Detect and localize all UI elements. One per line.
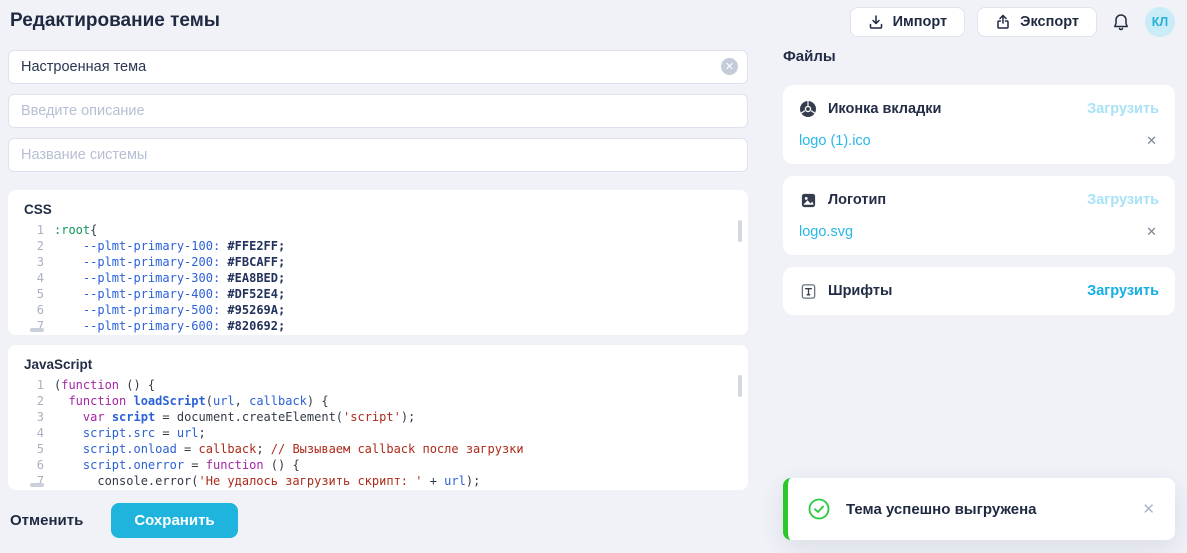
css-editor-card: CSS 1:root{2 --plmt-primary-100: #FFE2FF…: [8, 190, 748, 335]
js-code-area[interactable]: 1(function () {2 function loadScript(url…: [24, 377, 732, 489]
file-card-label: Логотип: [828, 192, 1087, 208]
cancel-button[interactable]: Отменить: [10, 512, 83, 529]
upload-logo-button[interactable]: Загрузить: [1087, 192, 1159, 208]
line-number: 1: [24, 222, 44, 238]
import-icon: [868, 14, 884, 30]
clear-name-button[interactable]: ✕: [721, 58, 738, 75]
line-number: 3: [24, 254, 44, 270]
css-editor-title: CSS: [24, 202, 732, 217]
file-card-logo: Логотип Загрузить logo.svg ✕: [783, 176, 1175, 255]
header-actions: Импорт Экспорт КЛ: [850, 7, 1175, 37]
code-line: 5 --plmt-primary-400: #DF52E4;: [24, 286, 732, 302]
line-number: 2: [24, 393, 44, 409]
remove-tab-icon-button[interactable]: ✕: [1144, 133, 1159, 149]
remove-logo-button[interactable]: ✕: [1144, 224, 1159, 240]
browser-tab-icon: [799, 100, 817, 118]
line-number: 5: [24, 286, 44, 302]
theme-form: ✕ CSS 1:root{2 --plmt-primary-100: #FFE2…: [8, 50, 748, 490]
avatar[interactable]: КЛ: [1145, 7, 1175, 37]
toast-close-icon[interactable]: ✕: [1140, 500, 1157, 518]
import-button-label: Импорт: [893, 14, 948, 30]
code-line: 4 --plmt-primary-300: #EA8BED;: [24, 270, 732, 286]
code-line: 1:root{: [24, 222, 732, 238]
css-horizontal-scrollbar[interactable]: [30, 328, 44, 332]
system-name-input[interactable]: [8, 138, 748, 172]
file-card-header: Шрифты Загрузить: [799, 282, 1159, 300]
js-vertical-scrollbar[interactable]: [738, 375, 742, 397]
line-number: 3: [24, 409, 44, 425]
theme-name-field-wrap: ✕: [8, 50, 748, 84]
line-number: 4: [24, 425, 44, 441]
upload-tab-icon-button[interactable]: Загрузить: [1087, 101, 1159, 117]
files-panel-title: Файлы: [783, 48, 1175, 65]
line-number: 2: [24, 238, 44, 254]
upload-fonts-button[interactable]: Загрузить: [1087, 283, 1159, 299]
file-card-header: Иконка вкладки Загрузить: [799, 100, 1159, 118]
page-title: Редактирование темы: [10, 10, 220, 32]
code-line: 1(function () {: [24, 377, 732, 393]
description-field-wrap: [8, 94, 748, 128]
code-line: 6 --plmt-primary-500: #95269A;: [24, 302, 732, 318]
code-line: 2 --plmt-primary-100: #FFE2FF;: [24, 238, 732, 254]
file-row: logo.svg ✕: [799, 224, 1159, 240]
file-card-label: Шрифты: [828, 283, 1087, 299]
success-check-icon: [808, 498, 830, 520]
bell-icon: [1111, 12, 1131, 32]
export-button-label: Экспорт: [1020, 14, 1079, 30]
js-horizontal-scrollbar[interactable]: [30, 483, 44, 487]
theme-editor-page: Редактирование темы Импорт Экспорт КЛ ✕: [0, 0, 1187, 553]
line-number: 4: [24, 270, 44, 286]
file-card-fonts: Шрифты Загрузить: [783, 267, 1175, 315]
line-number: 5: [24, 441, 44, 457]
css-vertical-scrollbar[interactable]: [738, 220, 742, 242]
notifications-button[interactable]: [1109, 10, 1133, 34]
code-line: 4 script.src = url;: [24, 425, 732, 441]
code-line: 3 --plmt-primary-200: #FBCAFF;: [24, 254, 732, 270]
line-number: 6: [24, 302, 44, 318]
line-number: 6: [24, 457, 44, 473]
image-icon: [799, 191, 817, 209]
theme-name-input[interactable]: [8, 50, 748, 84]
export-button[interactable]: Экспорт: [977, 7, 1097, 37]
code-line: 3 var script = document.createElement('s…: [24, 409, 732, 425]
file-row: logo (1).ico ✕: [799, 133, 1159, 149]
export-icon: [995, 14, 1011, 30]
css-code-area[interactable]: 1:root{2 --plmt-primary-100: #FFE2FF;3 -…: [24, 222, 732, 334]
js-editor-title: JavaScript: [24, 357, 732, 372]
save-button[interactable]: Сохранить: [111, 503, 237, 538]
logo-file-link[interactable]: logo.svg: [799, 224, 853, 240]
code-line: 6 script.onerror = function () {: [24, 457, 732, 473]
file-card-label: Иконка вкладки: [828, 101, 1087, 117]
form-actions: Отменить Сохранить: [10, 503, 238, 538]
description-input[interactable]: [8, 94, 748, 128]
file-card-header: Логотип Загрузить: [799, 191, 1159, 209]
toast-message: Тема успешно выгружена: [846, 501, 1140, 518]
code-line: 7 console.error('Не удалось загрузить ск…: [24, 473, 732, 489]
code-line: 2 function loadScript(url, callback) {: [24, 393, 732, 409]
import-button[interactable]: Импорт: [850, 7, 966, 37]
line-number: 1: [24, 377, 44, 393]
system-name-field-wrap: [8, 138, 748, 172]
code-line: 5 script.onload = callback; // Вызываем …: [24, 441, 732, 457]
file-card-tab-icon: Иконка вкладки Загрузить logo (1).ico ✕: [783, 85, 1175, 164]
js-editor-card: JavaScript 1(function () {2 function loa…: [8, 345, 748, 490]
tab-icon-file-link[interactable]: logo (1).ico: [799, 133, 871, 149]
success-toast: Тема успешно выгружена ✕: [783, 478, 1175, 540]
files-panel: Файлы Иконка вкладки Загрузить logo (1).…: [783, 48, 1175, 327]
code-line: 7 --plmt-primary-600: #820692;: [24, 318, 732, 334]
font-icon: [799, 282, 817, 300]
